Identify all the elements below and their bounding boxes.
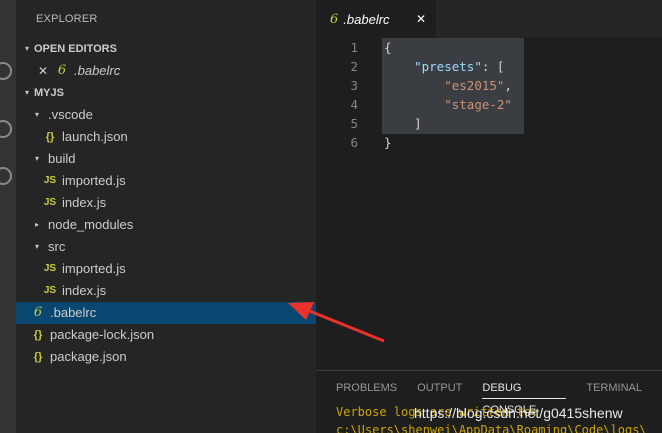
panel-tabs: PROBLEMS OUTPUT DEBUG CONSOLE TERMINAL [336,377,662,416]
code-token: } [384,135,392,150]
code-token: "es2015" [444,78,505,93]
js-file-icon: JS [43,285,57,296]
tree-item[interactable]: ▾ .vscode [16,104,316,126]
activity-icon[interactable] [0,120,12,138]
tree-item[interactable]: JS index.js [16,280,316,302]
code-token: "presets" [414,59,482,74]
code-token: "stage-2" [444,97,512,112]
babel-file-icon: 6 [57,63,67,78]
section-label: OPEN EDITORS [34,43,117,55]
code-token: , [504,78,512,93]
open-editors-list: ✕ 6 .babelrc [16,60,316,82]
code-text: "presets": [ [384,57,504,76]
activity-icon[interactable] [0,167,12,185]
close-icon[interactable]: ✕ [416,12,426,26]
file-label: index.js [62,283,107,298]
tree-item[interactable]: 6 .babelrc [16,302,316,324]
file-label: .vscode [48,107,93,122]
tree-item[interactable]: {} package.json [16,346,316,368]
file-label: build [48,151,76,166]
tree-item[interactable]: JS index.js [16,192,316,214]
code-text: } [384,133,392,152]
chevron-right-icon: ▸ [34,220,39,229]
tree-item[interactable]: ▾ build [16,148,316,170]
file-label: .babelrc [50,305,97,320]
js-file-icon: JS [43,175,57,186]
file-label: imported.js [62,261,126,276]
code-text: "es2015", [384,76,512,95]
line-number: 4 [350,97,358,112]
file-label: launch.json [62,129,128,144]
code-line: 5 ] [316,114,662,133]
line-number: 6 [350,135,358,150]
file-label: node_modules [48,217,134,232]
file-label: package.json [50,349,127,364]
explorer-sidebar: EXPLORER ▾ OPEN EDITORS ✕ 6 .babelrc ▾ MYJ… [16,0,316,433]
json-file-icon: {} [33,351,43,363]
code-token: : [ [481,59,505,74]
babel-file-icon: 6 [330,11,339,27]
panel-tab[interactable]: PROBLEMS [336,377,397,399]
code-text: { [384,38,392,57]
section-label: MYJS [34,87,64,99]
code-line: 3 "es2015", [316,76,662,95]
code-line: 2 "presets": [ [316,57,662,76]
open-editors-header[interactable]: ▾ OPEN EDITORS [16,38,316,60]
tree-item[interactable]: ▾ src [16,236,316,258]
chevron-down-icon: ▾ [24,44,29,53]
code-line: 1{ [316,38,662,57]
chevron-down-icon: ▾ [34,242,39,251]
panel-tab[interactable]: DEBUG CONSOLE [482,377,567,416]
chevron-down-icon: ▾ [34,154,39,163]
tab-label: .babelrc [343,11,390,27]
editor-tabbar: 6 .babelrc ✕ [316,0,662,38]
code-text: "stage-2" [384,95,512,114]
tree-item[interactable]: ▸ node_modules [16,214,316,236]
tree-item[interactable]: {} launch.json [16,126,316,148]
sidebar-title: EXPLORER [36,13,98,25]
workspace-header[interactable]: ▾ MYJS [16,82,316,104]
bottom-panel: PROBLEMS OUTPUT DEBUG CONSOLE TERMINAL Verb… [316,370,662,433]
code-line: 6} [316,133,662,152]
file-tree: ▾ .vscode {} launch.json ▾ build JS imported.js… [16,104,316,368]
red-arrow-annotation [288,302,385,343]
file-label: package-lock.json [50,327,155,342]
babel-file-icon: 6 [33,305,43,320]
panel-tab[interactable]: OUTPUT [417,377,462,399]
code-token: ] [384,116,422,131]
file-label: .babelrc [74,63,121,78]
code-text: ] [384,114,422,133]
panel-tab[interactable]: TERMINAL [586,377,642,399]
activity-bar [0,0,16,433]
code-line: 4 "stage-2" [316,95,662,114]
chevron-down-icon: ▾ [34,110,39,119]
tree-item[interactable]: {} package-lock.json [16,324,316,346]
close-icon[interactable]: ✕ [36,60,50,82]
json-file-icon: {} [45,131,55,143]
editor-tab-babelrc[interactable]: 6 .babelrc ✕ [316,0,436,38]
watermark: https://blog.csdn.net/g0415shenw [414,405,623,421]
line-number: 1 [350,40,358,55]
json-file-icon: {} [33,329,43,341]
file-label: index.js [62,195,107,210]
file-label: src [48,239,66,254]
js-file-icon: JS [43,263,57,274]
js-file-icon: JS [43,197,57,208]
line-number: 2 [350,59,358,74]
open-editor-item[interactable]: ✕ 6 .babelrc [16,60,316,82]
tree-item[interactable]: JS imported.js [16,170,316,192]
arrow-shaft [301,306,385,343]
file-label: imported.js [62,173,126,188]
line-number: 5 [350,116,358,131]
chevron-down-icon: ▾ [24,88,29,97]
activity-icon[interactable] [0,62,12,80]
tree-item[interactable]: JS imported.js [16,258,316,280]
code-token: { [384,40,392,55]
log-line: c:\Users\shenwei\AppData\Roaming\Code\lo… [336,423,647,433]
line-number: 3 [350,78,358,93]
